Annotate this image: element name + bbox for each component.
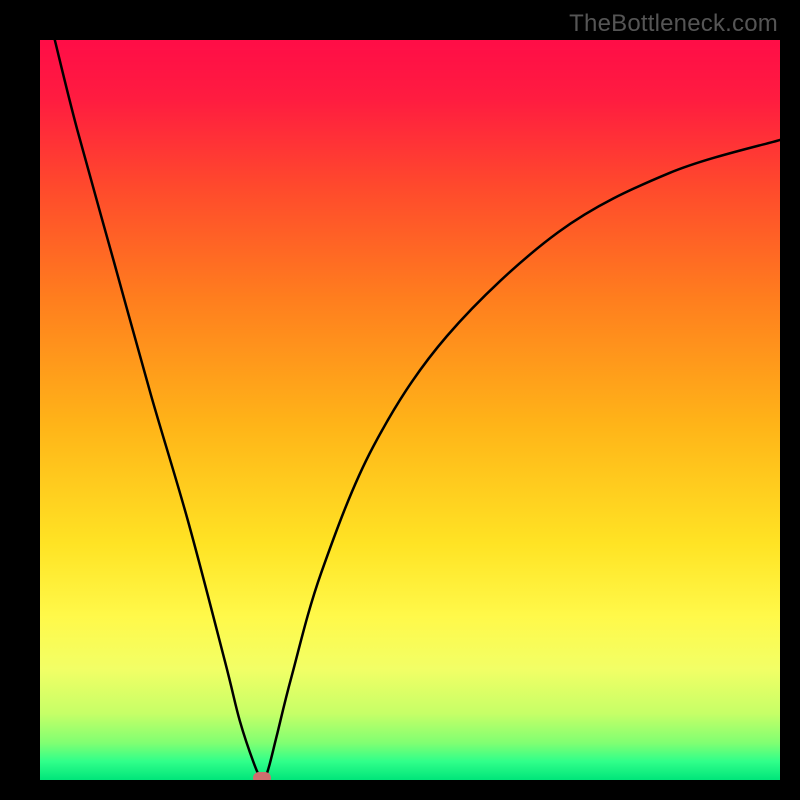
chart-frame: TheBottleneck.com (0, 0, 800, 800)
plot-area (40, 40, 780, 780)
bottleneck-curve (40, 40, 780, 780)
watermark-text: TheBottleneck.com (569, 10, 778, 38)
minimum-marker (253, 772, 271, 780)
